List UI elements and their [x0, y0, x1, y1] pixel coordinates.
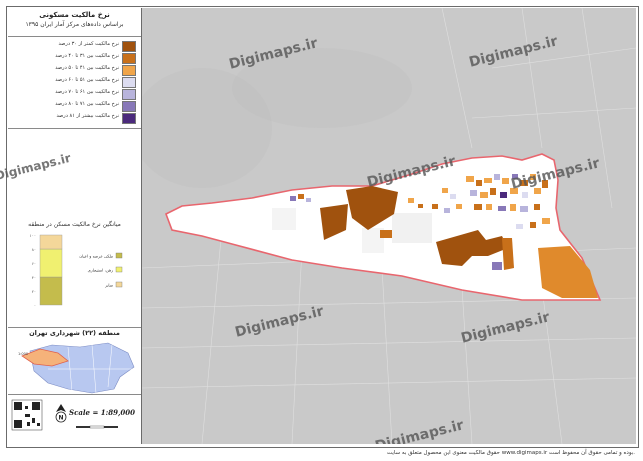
chart-title: میانگین نرخ مالکیت مسکن در منطقه — [28, 221, 121, 228]
legend-swatch — [122, 77, 136, 88]
y-tick-label: ۸۰ — [32, 247, 36, 252]
chart-legend-swatch — [115, 266, 123, 273]
y-tick-label: ۰ — [34, 303, 36, 308]
legend-swatch — [122, 53, 136, 64]
legend-label: نرخ مالکیت بیشتر از ۸۱ درصد — [56, 113, 119, 119]
legend-item: نرخ مالکیت بین ۶۱ تا ۷۰ درصد — [14, 88, 136, 100]
ownership-chart: ۱۰۰ ۸۰ ۶۰ ۴۰ ۲۰ ۰ ملکی عرصه و اعیان رهن،… — [30, 233, 123, 308]
legend-label: نرخ مالکیت بین ۵۱ تا ۶۰ درصد — [55, 77, 119, 83]
chart-legend-label: سایر — [104, 283, 114, 288]
stacked-bar — [39, 234, 63, 306]
legend-label: نرخ مالکیت کمتر از ۳۰ درصد — [58, 41, 119, 47]
legend-label: نرخ مالکیت بین ۷۱ تا ۸۰ درصد — [55, 101, 119, 107]
bar-segment — [39, 276, 63, 306]
legend-item: نرخ مالکیت کمتر از ۳۰ درصد — [14, 40, 136, 52]
legend-item: نرخ مالکیت بین ۷۱ تا ۸۰ درصد — [14, 100, 136, 112]
scale-panel: N Scale = 1:89,000 — [8, 394, 141, 444]
legend: نرخ مالکیت کمتر از ۳۰ درصد نرخ مالکیت بی… — [8, 36, 141, 129]
chart-panel: میانگین نرخ مالکیت مسکن در منطقه ۱۰۰ ۸۰ … — [8, 128, 141, 328]
chart-legend-swatch — [115, 252, 123, 259]
bar-segment — [39, 234, 63, 250]
y-tick-label: ۲۰ — [32, 289, 36, 294]
scale-bar — [76, 425, 118, 429]
map-sidebar: نرخ مالکیت مسکونی براساس داده‌های مرکز آ… — [8, 8, 142, 444]
legend-swatch — [122, 41, 136, 52]
legend-label: نرخ مالکیت بین ۶۱ تا ۷۰ درصد — [55, 89, 119, 95]
main-map[interactable]: Digimaps.ir Digimaps.ir Digimaps.ir Digi… — [142, 8, 636, 444]
legend-label: نرخ مالکیت بین ۴۱ تا ۵۰ درصد — [55, 65, 119, 71]
y-tick-label: ۱۰۰ — [30, 233, 36, 238]
district-title: منطقه (۲۲) شهرداری تهران — [29, 329, 120, 337]
legend-item: نرخ مالکیت بین ۵۱ تا ۶۰ درصد — [14, 76, 136, 88]
legend-swatch — [122, 101, 136, 112]
north-arrow-icon: N — [55, 404, 67, 423]
locator-map-panel: منطقه (۲۲) شهرداری تهران 1:000 — [8, 327, 141, 395]
map-scale: Scale = 1:89,000 — [69, 408, 135, 417]
terrain-shading — [142, 48, 412, 188]
footer: حقوق مالکیت معنوی این محصول متعلق به سای… — [0, 448, 643, 461]
svg-text:N: N — [59, 415, 64, 422]
legend-item: نرخ مالکیت بین ۳۱ تا ۴۰ درصد — [14, 52, 136, 64]
legend-item: نرخ مالکیت بیشتر از ۸۱ درصد — [14, 112, 136, 124]
map-canvas — [142, 8, 636, 444]
locator-map: 1:000 — [18, 342, 135, 394]
map-title-box: نرخ مالکیت مسکونی براساس داده‌های مرکز آ… — [8, 8, 141, 37]
legend-label: نرخ مالکیت بین ۳۱ تا ۴۰ درصد — [55, 53, 119, 59]
chart-legend-label: ملکی عرصه و اعیان — [79, 254, 113, 259]
bar-segment — [39, 248, 63, 278]
locator-label-1: 1:000 — [18, 352, 28, 356]
copyright-notice: حقوق مالکیت معنوی این محصول متعلق به سای… — [386, 450, 635, 456]
legend-swatch — [122, 89, 136, 100]
y-ticks: ۱۰۰ ۸۰ ۶۰ ۴۰ ۲۰ ۰ — [30, 233, 36, 308]
chart-legend-swatch — [115, 281, 123, 288]
map-title: نرخ مالکیت مسکونی — [39, 11, 110, 19]
chart-legend: ملکی عرصه و اعیان رهن، استیجاری سایر — [79, 252, 123, 288]
chart-legend-label: رهن، استیجاری — [88, 268, 113, 273]
legend-swatch — [122, 113, 136, 124]
y-tick-label: ۴۰ — [32, 275, 36, 280]
map-subtitle: براساس داده‌های مرکز آمار ایران ۱۳۹۵ — [25, 21, 124, 28]
y-tick-label: ۶۰ — [32, 261, 36, 266]
legend-swatch — [122, 65, 136, 76]
qr-code — [11, 399, 43, 431]
legend-item: نرخ مالکیت بین ۴۱ تا ۵۰ درصد — [14, 64, 136, 76]
